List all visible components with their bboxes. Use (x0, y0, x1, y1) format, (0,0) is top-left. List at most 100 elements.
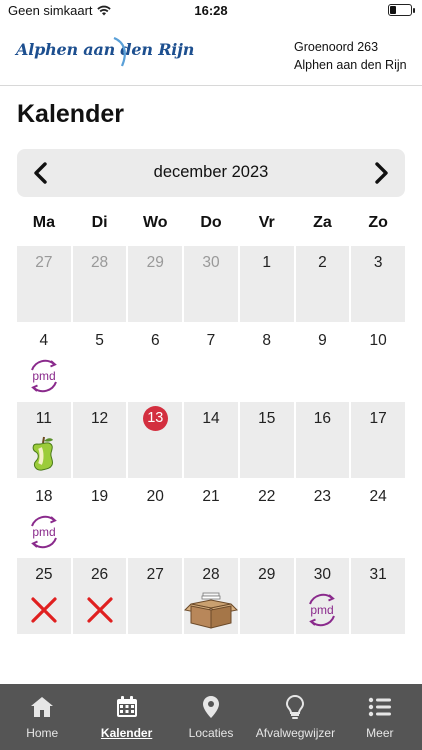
bottom-tab-bar: Home Kalender Locaties Afvalwegwijzer Me… (0, 684, 422, 750)
calendar-day-cell[interactable]: 22 (239, 480, 294, 556)
day-number: 8 (262, 332, 272, 349)
day-number: 25 (35, 566, 53, 583)
calendar-day-cell[interactable]: 29 (239, 558, 294, 634)
calendar-day-cell[interactable]: 5 (72, 324, 127, 400)
tab-home[interactable]: Home (0, 684, 84, 750)
weekday-header: Do (200, 214, 222, 231)
day-number: 10 (369, 332, 387, 349)
tab-afvalwegwijzer[interactable]: Afvalwegwijzer (253, 684, 337, 750)
weekday-header-row: Ma Di Wo Do Vr Za Zo (17, 206, 405, 244)
calendar-day-cell[interactable]: 13 (128, 402, 183, 478)
tab-label: Home (26, 726, 59, 740)
calendar-day-cell[interactable]: 26 (72, 558, 127, 634)
pmd-icon: pmd (24, 512, 64, 552)
app-header: Alphen aan den Rijn Groenoord 263 Alphen… (0, 22, 422, 86)
menu-list-icon (368, 697, 391, 717)
weekday-header: Wo (142, 214, 168, 231)
address-city: Alphen aan den Rijn (294, 58, 407, 72)
location-pin-icon (203, 696, 220, 718)
calendar-day-cell[interactable]: 19 (72, 480, 127, 556)
calendar-day-cell[interactable]: 12 (72, 402, 127, 478)
day-number: 16 (313, 410, 332, 427)
calendar-day-cell[interactable]: 14 (184, 402, 238, 478)
calendar-day-cell[interactable]: 21 (184, 480, 238, 556)
calendar-day-cell[interactable]: 1 (239, 246, 294, 322)
calendar-day-cell[interactable]: 9 (295, 324, 350, 400)
municipality-logo: Alphen aan den Rijn (16, 40, 195, 59)
pmd-icon: pmd (24, 356, 64, 396)
day-number: 3 (373, 254, 383, 271)
day-number: 28 (202, 566, 220, 583)
day-number: 17 (369, 410, 387, 427)
day-number: 14 (202, 410, 220, 427)
calendar-day-cell[interactable]: 29 (128, 246, 183, 322)
calendar-day-cell[interactable]: 18 pmd (17, 480, 71, 556)
calendar-day-cell[interactable]: 20 (128, 480, 183, 556)
calendar-day-cell[interactable]: 2 (295, 246, 350, 322)
calendar-icon (116, 696, 137, 717)
home-icon (31, 697, 54, 717)
tab-locaties[interactable]: Locaties (169, 684, 253, 750)
day-number: 9 (318, 332, 327, 349)
battery-icon (388, 4, 415, 16)
day-number: 26 (90, 566, 109, 583)
calendar-day-cell[interactable]: 15 (239, 402, 294, 478)
calendar-day-cell[interactable]: 28 (72, 246, 127, 322)
calendar-day-cell[interactable]: 30 (184, 246, 238, 322)
cancel-x-icon (24, 590, 64, 630)
day-number: 27 (35, 254, 53, 271)
svg-text:pmd: pmd (311, 603, 334, 617)
day-number: 29 (258, 566, 276, 583)
day-number: 6 (150, 332, 160, 349)
day-number: 27 (146, 566, 164, 583)
logo-swoosh-icon (113, 36, 126, 67)
address-street: Groenoord 263 (294, 40, 379, 54)
status-bar: Geen simkaart 16:28 (0, 0, 422, 20)
calendar-day-cell[interactable]: 30 pmd (295, 558, 350, 634)
weekday-header: Vr (258, 214, 275, 231)
day-number: 20 (146, 488, 164, 505)
weekday-header: Di (91, 214, 108, 231)
calendar-day-cell[interactable]: 31 (351, 558, 405, 634)
day-number: 30 (313, 566, 332, 583)
day-number: 29 (146, 254, 164, 271)
calendar-day-cell[interactable]: 28 (183, 558, 238, 634)
page-title: Kalender (17, 100, 124, 128)
tab-meer[interactable]: Meer (338, 684, 422, 750)
svg-text:pmd: pmd (32, 525, 55, 539)
calendar-day-cell[interactable]: 27 (128, 558, 183, 634)
tab-label: Meer (366, 726, 394, 740)
calendar-day-cell[interactable]: 3 (351, 246, 405, 322)
calendar-day-cell[interactable]: 6 (128, 324, 183, 400)
weekday-header: Za (313, 214, 332, 231)
calendar-grid: 27 28 29 30 1 2 3 4 pmd 5 6 7 8 9 10 11 12 13 14 15 16 17 1… (17, 246, 405, 634)
status-time: 16:28 (194, 3, 228, 18)
calendar-day-cell[interactable]: 4 pmd (17, 324, 71, 400)
calendar-day-cell[interactable]: 27 (17, 246, 71, 322)
address-block: Groenoord 263 Alphen aan den Rijn (294, 38, 407, 74)
day-number: 19 (90, 488, 109, 505)
calendar-day-cell[interactable]: 10 (351, 324, 405, 400)
day-number: 4 (39, 332, 49, 349)
svg-text:pmd: pmd (32, 369, 55, 383)
day-number: 5 (95, 332, 104, 349)
tab-kalender[interactable]: Kalender (84, 684, 168, 750)
calendar-day-cell[interactable]: 23 (295, 480, 350, 556)
gft-apple-icon (24, 434, 64, 474)
chevron-right-icon (375, 162, 388, 184)
day-number: 21 (202, 488, 220, 505)
current-month-label: december 2023 (153, 163, 269, 181)
calendar-day-cell[interactable]: 8 (239, 324, 294, 400)
calendar-day-cell[interactable]: 25 (17, 558, 71, 634)
calendar-day-cell[interactable]: 24 (351, 480, 405, 556)
calendar-day-cell[interactable]: 7 (184, 324, 238, 400)
pmd-icon: pmd (302, 590, 342, 630)
weekday-header: Zo (368, 214, 388, 231)
next-month-button[interactable] (367, 159, 395, 187)
day-number: 18 (35, 488, 53, 505)
day-number: 2 (318, 254, 327, 271)
calendar-day-cell[interactable]: 17 (351, 402, 405, 478)
today-day-number: 13 (142, 406, 168, 431)
calendar-day-cell[interactable]: 16 (295, 402, 350, 478)
calendar-day-cell[interactable]: 11 (17, 402, 71, 478)
